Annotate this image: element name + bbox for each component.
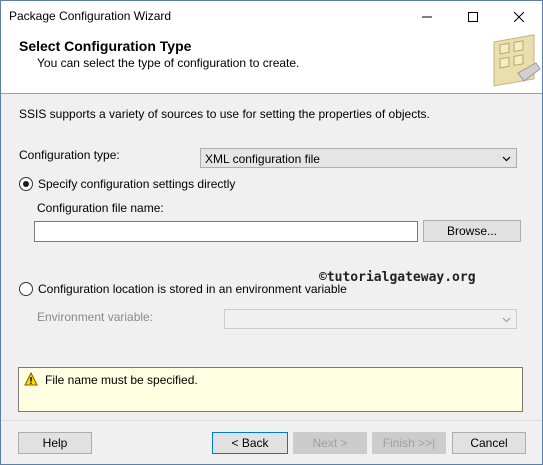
chevron-down-icon — [502, 156, 511, 162]
finish-button[interactable]: Finish >>| — [372, 432, 446, 454]
environment-variable-option-label: Configuration location is stored in an e… — [38, 282, 347, 296]
configuration-type-select[interactable]: XML configuration file — [200, 148, 517, 168]
title-bar: Package Configuration Wizard — [1, 1, 542, 32]
configuration-type-value: XML configuration file — [205, 152, 320, 166]
configuration-file-name-label: Configuration file name: — [37, 201, 164, 215]
cancel-button[interactable]: Cancel — [452, 432, 526, 454]
close-button[interactable] — [496, 1, 542, 32]
wizard-footer: Help < Back Next > Finish >>| Cancel — [1, 420, 542, 464]
chevron-down-icon — [502, 317, 511, 323]
close-icon — [514, 11, 524, 22]
page-title: Select Configuration Type — [19, 38, 192, 54]
environment-variable-select[interactable] — [224, 309, 517, 329]
configuration-type-label: Configuration type: — [19, 148, 120, 162]
maximize-button[interactable] — [450, 1, 496, 32]
environment-variable-radio[interactable] — [19, 282, 33, 296]
warning-icon — [24, 372, 38, 386]
back-button[interactable]: < Back — [212, 432, 288, 454]
page-subtitle: You can select the type of configuration… — [37, 56, 300, 70]
intro-text: SSIS supports a variety of sources to us… — [19, 107, 430, 121]
wizard-banner-icon — [488, 33, 542, 93]
help-button[interactable]: Help — [18, 432, 92, 454]
maximize-icon — [468, 11, 478, 22]
minimize-button[interactable] — [404, 1, 450, 32]
environment-variable-label: Environment variable: — [37, 310, 154, 324]
specify-directly-radio[interactable] — [19, 177, 33, 191]
wizard-header: Select Configuration Type You can select… — [1, 32, 542, 94]
browse-button[interactable]: Browse... — [423, 220, 521, 242]
minimize-icon — [422, 16, 432, 17]
window-title: Package Configuration Wizard — [9, 9, 172, 23]
wizard-window: Package Configuration Wizard Select Conf… — [0, 0, 543, 465]
specify-directly-label: Specify configuration settings directly — [38, 177, 236, 191]
validation-message-box: File name must be specified. — [18, 367, 523, 412]
wizard-body: SSIS supports a variety of sources to us… — [1, 95, 542, 420]
validation-message: File name must be specified. — [45, 373, 198, 387]
next-button[interactable]: Next > — [293, 432, 367, 454]
configuration-file-name-input[interactable] — [34, 221, 418, 242]
